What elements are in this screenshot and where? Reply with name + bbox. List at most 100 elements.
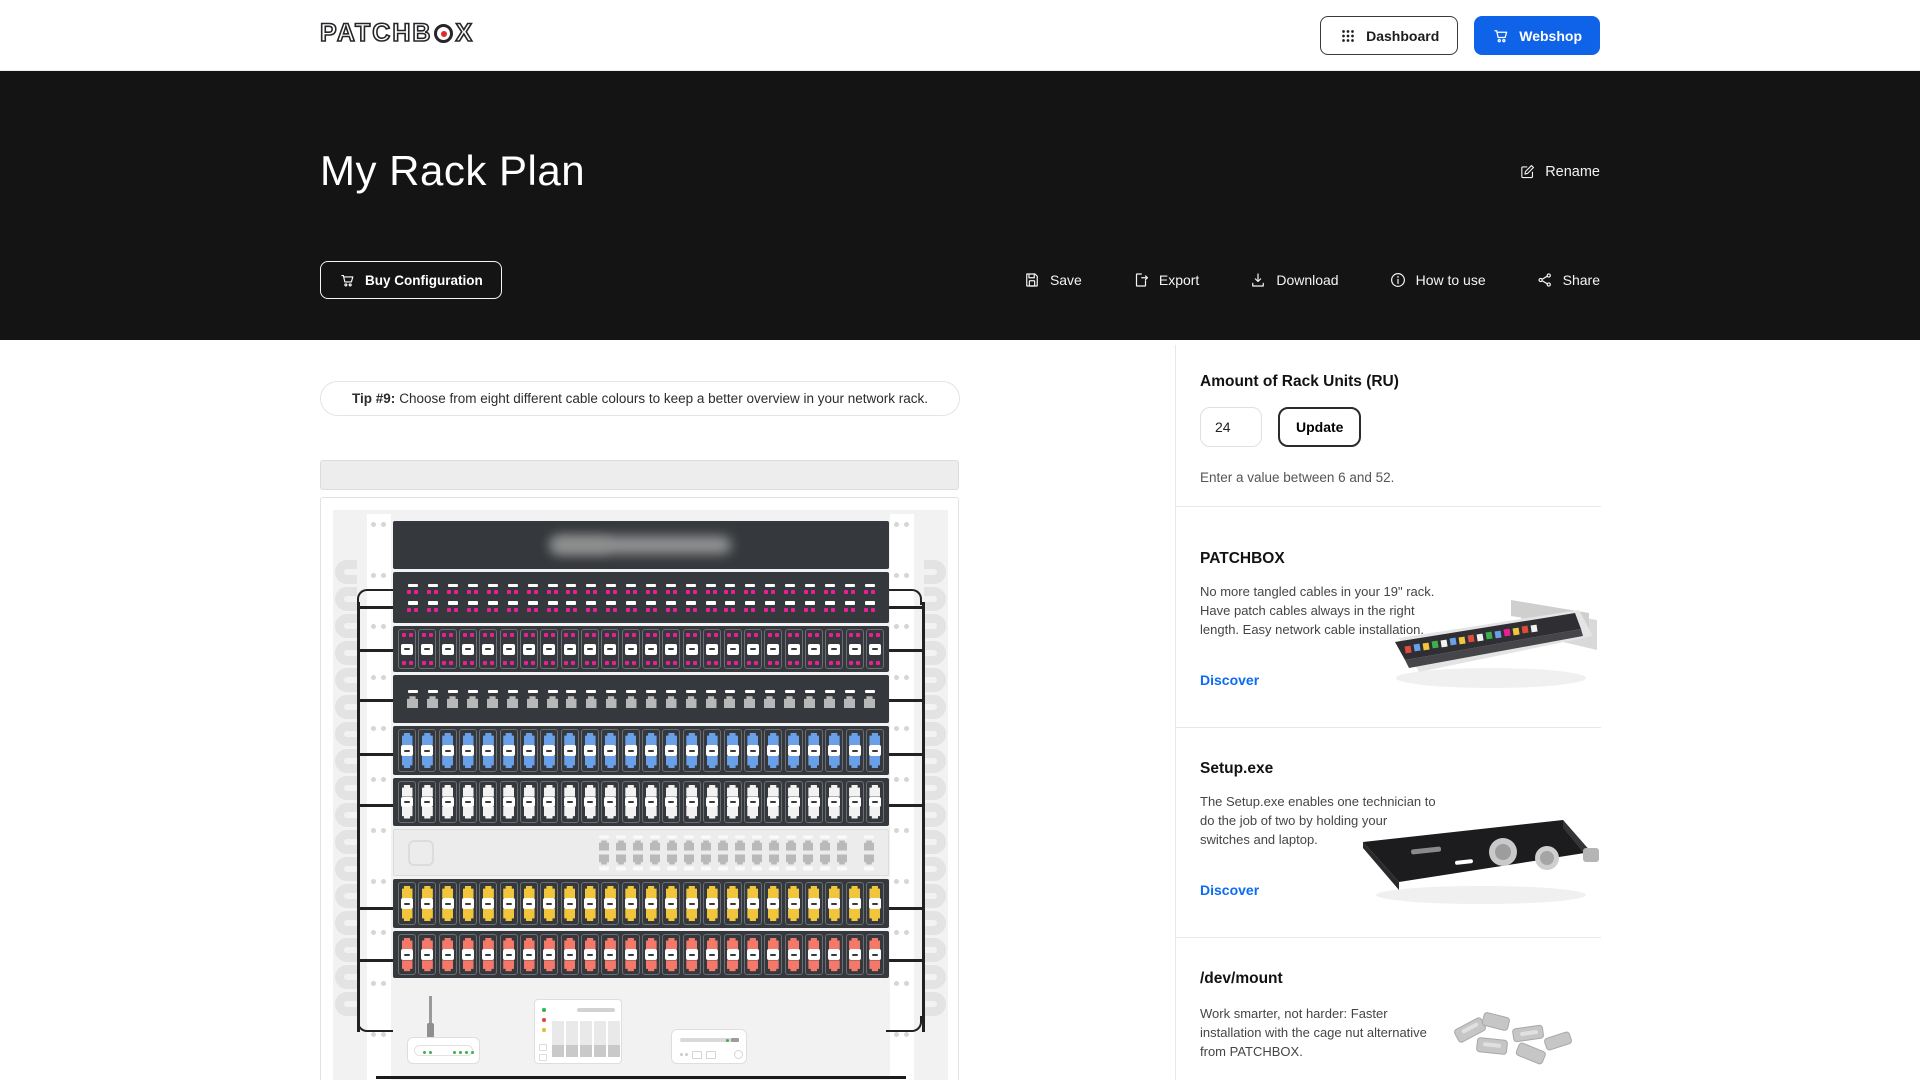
patch-port[interactable] — [646, 690, 657, 709]
patch-port[interactable] — [784, 601, 795, 612]
patchbox-module[interactable] — [703, 781, 721, 823]
patchbox-module[interactable] — [744, 629, 762, 669]
patch-port[interactable] — [744, 584, 755, 595]
patch-port[interactable] — [547, 584, 558, 595]
patch-port[interactable] — [407, 690, 418, 709]
patchbox-module[interactable] — [418, 629, 436, 669]
patch-port[interactable] — [844, 690, 855, 709]
patchbox-module[interactable] — [540, 729, 558, 772]
patchbox-module[interactable] — [398, 934, 416, 975]
patchbox-module[interactable] — [500, 934, 518, 975]
patch-port[interactable] — [784, 584, 795, 595]
desktop-device[interactable] — [671, 1029, 747, 1064]
patchbox-module[interactable] — [459, 629, 477, 669]
patchbox-module[interactable] — [785, 882, 803, 925]
patchbox-module[interactable] — [866, 629, 884, 669]
patchbox-module[interactable] — [744, 729, 762, 772]
router-device[interactable] — [407, 1037, 480, 1064]
patchbox-module[interactable] — [439, 882, 457, 925]
patchbox-module[interactable] — [805, 934, 823, 975]
patchbox-module[interactable] — [601, 934, 619, 975]
discover-link-setup-exe[interactable]: Discover — [1200, 882, 1259, 898]
labelled-switch-panel[interactable] — [393, 521, 889, 569]
patchbox-module[interactable] — [581, 729, 599, 772]
save-button[interactable]: Save — [1023, 271, 1082, 289]
patch-port[interactable] — [447, 690, 458, 709]
rename-button[interactable]: Rename — [1519, 163, 1600, 180]
patchbox-module[interactable] — [418, 729, 436, 772]
modules-unit[interactable] — [393, 778, 889, 826]
patch-port[interactable] — [586, 601, 597, 612]
patch-port[interactable] — [547, 601, 558, 612]
patch-port[interactable] — [566, 690, 577, 709]
patchbox-module[interactable] — [724, 629, 742, 669]
patchbox-module[interactable] — [683, 882, 701, 925]
patchbox-module[interactable] — [703, 934, 721, 975]
patch-port[interactable] — [447, 601, 458, 612]
ports-unit[interactable] — [393, 675, 889, 723]
patch-port[interactable] — [804, 584, 815, 595]
patchbox-module[interactable] — [398, 781, 416, 823]
patch-port[interactable] — [427, 584, 438, 595]
how-to-use-button[interactable]: How to use — [1389, 271, 1486, 289]
patch-port[interactable] — [666, 690, 677, 709]
modules-unit[interactable] — [393, 626, 889, 672]
patchbox-module[interactable] — [581, 934, 599, 975]
export-button[interactable]: Export — [1132, 271, 1199, 289]
patch-port[interactable] — [844, 584, 855, 595]
patch-port[interactable] — [586, 690, 597, 709]
patchbox-module[interactable] — [744, 781, 762, 823]
patchbox-module[interactable] — [459, 729, 477, 772]
share-button[interactable]: Share — [1536, 271, 1600, 289]
rack-units-input[interactable] — [1200, 407, 1262, 447]
patchbox-module[interactable] — [764, 934, 782, 975]
patchbox-module[interactable] — [662, 882, 680, 925]
patchbox-module[interactable] — [825, 882, 843, 925]
patch-port[interactable] — [606, 690, 617, 709]
patch-port[interactable] — [724, 690, 735, 709]
patch-port[interactable] — [864, 584, 875, 595]
download-button[interactable]: Download — [1249, 271, 1338, 289]
patchbox-module[interactable] — [479, 729, 497, 772]
patchbox-module[interactable] — [724, 781, 742, 823]
patch-port[interactable] — [804, 690, 815, 709]
modules-unit[interactable] — [393, 726, 889, 775]
patchbox-module[interactable] — [601, 882, 619, 925]
patch-port[interactable] — [706, 690, 717, 709]
dashboard-button[interactable]: Dashboard — [1320, 16, 1458, 55]
patchbox-module[interactable] — [500, 729, 518, 772]
patchbox-module[interactable] — [642, 934, 660, 975]
patch-port[interactable] — [824, 584, 835, 595]
patchbox-module[interactable] — [561, 629, 579, 669]
update-button[interactable]: Update — [1278, 407, 1361, 447]
patch-port[interactable] — [744, 601, 755, 612]
patchbox-module[interactable] — [683, 729, 701, 772]
patchbox-module[interactable] — [561, 729, 579, 772]
patchbox-module[interactable] — [540, 934, 558, 975]
patchbox-module[interactable] — [520, 934, 538, 975]
patchbox-module[interactable] — [703, 629, 721, 669]
patch-port[interactable] — [626, 601, 637, 612]
patch-port[interactable] — [447, 584, 458, 595]
patch-port[interactable] — [646, 601, 657, 612]
patch-port[interactable] — [527, 584, 538, 595]
patchbox-module[interactable] — [825, 729, 843, 772]
patch-port[interactable] — [724, 601, 735, 612]
patch-port[interactable] — [487, 601, 498, 612]
patch-port[interactable] — [527, 690, 538, 709]
patch-port[interactable] — [744, 690, 755, 709]
patch-port[interactable] — [467, 601, 478, 612]
patch-port[interactable] — [626, 690, 637, 709]
patch-port[interactable] — [764, 690, 775, 709]
patch-port[interactable] — [507, 690, 518, 709]
patchbox-module[interactable] — [418, 781, 436, 823]
patchbox-module[interactable] — [398, 882, 416, 925]
patch-port[interactable] — [764, 601, 775, 612]
patchbox-module[interactable] — [581, 629, 599, 669]
patchbox-module[interactable] — [500, 781, 518, 823]
patchbox-module[interactable] — [622, 934, 640, 975]
patchbox-module[interactable] — [622, 629, 640, 669]
patchbox-module[interactable] — [561, 882, 579, 925]
modules-unit[interactable] — [393, 931, 889, 978]
patchbox-module[interactable] — [540, 629, 558, 669]
